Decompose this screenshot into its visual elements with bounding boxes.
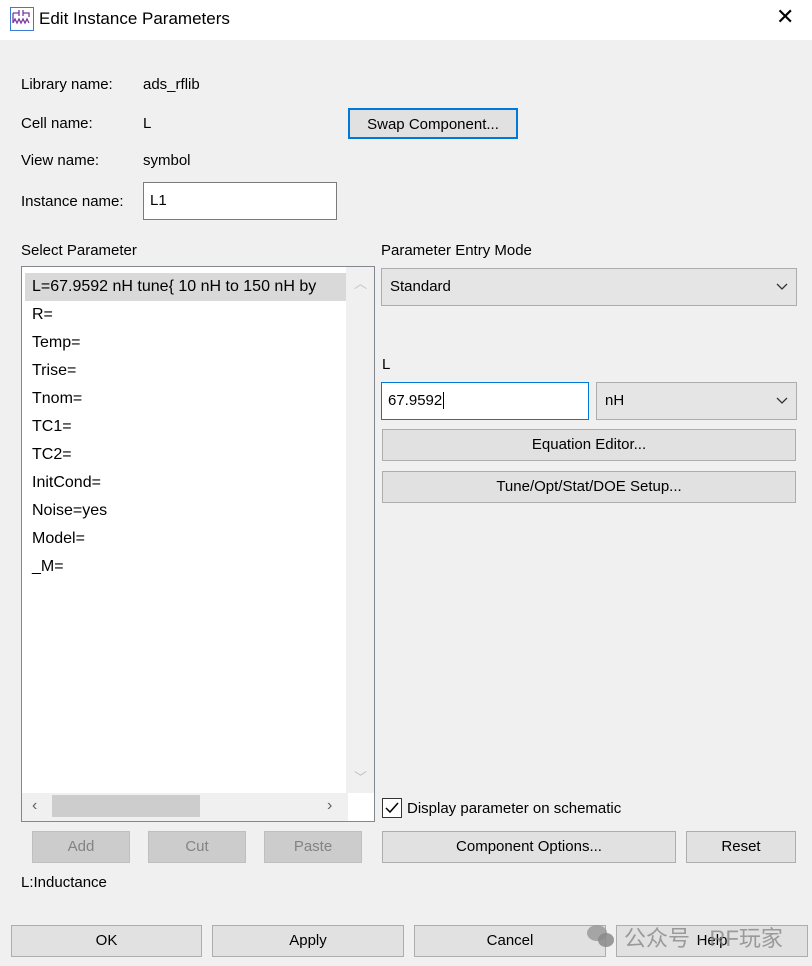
unit-value: nH [605, 392, 625, 409]
window-title: Edit Instance Parameters [39, 9, 230, 28]
select-parameter-label: Select Parameter [21, 242, 137, 259]
scroll-left-icon[interactable]: ‹ [32, 797, 37, 815]
horizontal-scrollbar[interactable]: ‹ › [22, 793, 348, 821]
parameter-description: L:Inductance [21, 874, 107, 891]
apply-button[interactable]: Apply [212, 925, 404, 957]
close-icon[interactable]: ✕ [776, 4, 794, 30]
component-options-button[interactable]: Component Options... [382, 831, 676, 863]
list-item[interactable]: TC1= [25, 413, 347, 441]
scroll-down-icon[interactable]: ﹀ [354, 767, 367, 786]
entry-mode-select[interactable]: Standard [381, 268, 797, 306]
parameter-name-label: L [382, 356, 391, 373]
chevron-down-icon [776, 397, 788, 404]
reset-button[interactable]: Reset [686, 831, 796, 863]
chevron-down-icon [776, 283, 788, 290]
view-label: View name: [21, 152, 100, 169]
parameter-value: 67.9592 [388, 392, 443, 409]
scroll-right-icon[interactable]: › [327, 797, 332, 815]
list-item[interactable]: Temp= [25, 329, 347, 357]
view-value: symbol [143, 152, 191, 169]
vertical-scrollbar[interactable]: ︿ ﹀ [346, 267, 374, 793]
horizontal-scroll-thumb[interactable] [52, 795, 200, 817]
instance-name-input[interactable]: L1 [143, 182, 337, 220]
list-item[interactable]: _M= [25, 553, 347, 581]
list-item[interactable]: TC2= [25, 441, 347, 469]
tune-opt-setup-button[interactable]: Tune/Opt/Stat/DOE Setup... [382, 471, 796, 503]
list-item[interactable]: Model= [25, 525, 347, 553]
cell-label: Cell name: [21, 115, 93, 132]
parameter-list[interactable]: L=67.9592 nH tune{ 10 nH to 150 nH by R=… [21, 266, 375, 822]
list-item[interactable]: InitCond= [25, 469, 347, 497]
list-item[interactable]: Tnom= [25, 385, 347, 413]
entry-mode-label: Parameter Entry Mode [381, 242, 532, 259]
display-parameter-label: Display parameter on schematic [407, 800, 622, 817]
library-value: ads_rflib [143, 76, 200, 93]
list-item[interactable]: Trise= [25, 357, 347, 385]
cell-value: L [143, 115, 152, 132]
inductor-schematic-icon [10, 7, 34, 31]
library-label: Library name: [21, 76, 113, 93]
ok-button[interactable]: OK [11, 925, 202, 957]
entry-mode-value: Standard [390, 278, 451, 295]
add-button[interactable]: Add [32, 831, 130, 863]
swap-component-button[interactable]: Swap Component... [348, 108, 518, 139]
list-item[interactable]: R= [25, 301, 347, 329]
instance-label: Instance name: [21, 193, 124, 210]
cut-button[interactable]: Cut [148, 831, 246, 863]
equation-editor-button[interactable]: Equation Editor... [382, 429, 796, 461]
title-bar: Edit Instance Parameters ✕ [0, 0, 812, 40]
cancel-button[interactable]: Cancel [414, 925, 606, 957]
display-parameter-checkbox[interactable] [382, 798, 402, 818]
unit-select[interactable]: nH [596, 382, 797, 420]
list-item[interactable]: Noise=yes [25, 497, 347, 525]
checkmark-icon [385, 802, 399, 814]
help-button[interactable]: Help [616, 925, 808, 957]
list-item[interactable]: L=67.9592 nH tune{ 10 nH to 150 nH by [25, 273, 347, 301]
paste-button[interactable]: Paste [264, 831, 362, 863]
parameter-value-input[interactable]: 67.9592 [381, 382, 589, 420]
scroll-up-icon[interactable]: ︿ [354, 273, 367, 292]
